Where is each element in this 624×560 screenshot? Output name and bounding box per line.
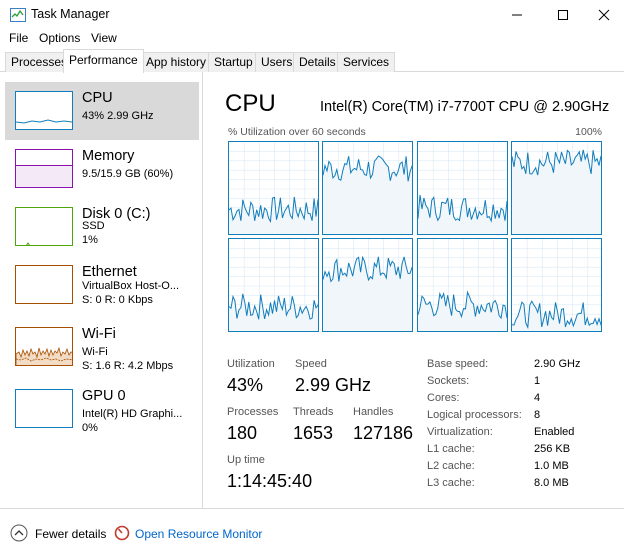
task-manager-icon: [10, 8, 26, 22]
window-title: Task Manager: [31, 7, 110, 21]
spec-label: Sockets:: [427, 375, 470, 387]
resource-detail: Intel(R) HD Graphi...: [82, 408, 183, 420]
cpu-graph: [228, 141, 319, 235]
resource-detail: S: 1.6 R: 4.2 Mbps: [82, 360, 174, 372]
resource-name: Ethernet: [82, 264, 137, 280]
resource-name: Wi-Fi: [82, 326, 116, 342]
cpu-graph: [417, 141, 508, 235]
cpu-thumbnail: [15, 91, 73, 130]
spec-value: 8: [534, 409, 541, 421]
tab-services[interactable]: Services: [337, 52, 396, 72]
footer-bar: Fewer details Open Resource Monitor: [0, 508, 624, 560]
menu-file[interactable]: File: [9, 31, 28, 45]
logical-processor-graphs: [228, 141, 603, 333]
spec-label: Logical processors:: [427, 409, 522, 421]
uptime-label: Up time: [227, 454, 265, 466]
resource-list: CPU 43% 2.99 GHz Memory 9.5/15.9 GB (60%…: [0, 72, 203, 508]
spec-value: 2.90 GHz: [534, 358, 581, 370]
resource-item-disk[interactable]: Disk 0 (C:) SSD 1%: [5, 198, 199, 256]
spec-value: 256 KB: [534, 443, 571, 455]
cpu-graph: [322, 141, 413, 235]
cpu-graph: [511, 238, 602, 332]
maximize-button[interactable]: [540, 0, 586, 30]
handles-label: Handles: [353, 406, 394, 418]
resource-item-cpu[interactable]: CPU 43% 2.99 GHz: [5, 82, 199, 140]
disk-thumbnail: [15, 207, 73, 246]
tab-bar: Processes Performance App history Startu…: [0, 49, 624, 73]
gpu-thumbnail: [15, 389, 73, 428]
close-button[interactable]: [581, 0, 624, 30]
cpu-model: Intel(R) Core(TM) i7-7700T CPU @ 2.90GHz: [320, 99, 610, 115]
cpu-graph: [417, 238, 508, 332]
chevron-up-icon[interactable]: [10, 524, 28, 542]
fewer-details-button[interactable]: Fewer details: [35, 527, 106, 541]
utilization-label: Utilization: [227, 358, 275, 370]
spec-value: 1: [534, 375, 541, 387]
ethernet-thumbnail: [15, 265, 73, 304]
open-resource-monitor-link[interactable]: Open Resource Monitor: [135, 527, 262, 541]
resource-detail: 1%: [82, 234, 98, 246]
resource-name: CPU: [82, 90, 113, 106]
graph-label: % Utilization over 60 seconds: [228, 126, 366, 138]
processes-value: 180: [227, 423, 258, 443]
minimize-icon: [512, 14, 522, 16]
speed-label: Speed: [295, 358, 327, 370]
minimize-button[interactable]: [494, 0, 540, 30]
resource-name: GPU 0: [82, 388, 126, 404]
cpu-detail-panel: CPU Intel(R) Core(TM) i7-7700T CPU @ 2.9…: [204, 72, 624, 508]
cpu-graph: [511, 141, 602, 235]
resource-detail: SSD: [82, 220, 105, 232]
resource-name: Memory: [82, 148, 135, 164]
spec-label: Base speed:: [427, 358, 489, 370]
menu-bar: File Options View: [0, 30, 624, 48]
spec-label: L2 cache:: [427, 460, 475, 472]
resource-monitor-icon: [114, 525, 130, 541]
spec-label: Cores:: [427, 392, 460, 404]
speed-value: 2.99 GHz: [295, 375, 372, 395]
resource-item-ethernet[interactable]: Ethernet VirtualBox Host-O... S: 0 R: 0 …: [5, 256, 199, 314]
resource-detail: 0%: [82, 422, 98, 434]
spec-label: L1 cache:: [427, 443, 475, 455]
maximize-icon: [558, 10, 568, 20]
spec-value: 4: [534, 392, 541, 404]
tab-app-history[interactable]: App history: [140, 52, 213, 72]
resource-detail: 43% 2.99 GHz: [82, 110, 154, 122]
tab-performance[interactable]: Performance: [63, 49, 144, 73]
spec-value: Enabled: [534, 426, 575, 438]
resource-detail: 9.5/15.9 GB (60%): [82, 168, 174, 180]
uptime-value: 1:14:45:40: [227, 471, 313, 491]
resource-detail: VirtualBox Host-O...: [82, 280, 179, 292]
resource-detail: Wi-Fi: [82, 346, 108, 358]
threads-label: Threads: [293, 406, 334, 418]
spec-label: L3 cache:: [427, 477, 475, 489]
processes-label: Processes: [227, 406, 279, 418]
menu-view[interactable]: View: [91, 31, 117, 45]
utilization-value: 43%: [227, 375, 264, 395]
menu-options[interactable]: Options: [39, 31, 80, 45]
memory-thumbnail: [15, 149, 73, 188]
spec-label: Virtualization:: [427, 426, 493, 438]
cpu-graph: [228, 238, 319, 332]
resource-item-memory[interactable]: Memory 9.5/15.9 GB (60%): [5, 140, 199, 198]
page-title: CPU: [225, 90, 276, 117]
resource-item-gpu[interactable]: GPU 0 Intel(R) HD Graphi... 0%: [5, 380, 199, 438]
title-bar: Task Manager: [0, 0, 624, 30]
graph-max-label: 100%: [575, 126, 602, 138]
resource-detail: S: 0 R: 0 Kbps: [82, 294, 153, 306]
handles-value: 127186: [353, 423, 414, 443]
threads-value: 1653: [293, 423, 334, 443]
resource-item-wifi[interactable]: Wi-Fi Wi-Fi S: 1.6 R: 4.2 Mbps: [5, 318, 199, 376]
tab-startup[interactable]: Startup: [208, 52, 259, 72]
close-icon: [598, 9, 610, 21]
spec-value: 8.0 MB: [534, 477, 569, 489]
wifi-thumbnail: [15, 327, 73, 366]
spec-value: 1.0 MB: [534, 460, 569, 472]
tab-users[interactable]: Users: [255, 52, 299, 72]
tab-details[interactable]: Details: [293, 52, 342, 72]
cpu-graph: [322, 238, 413, 332]
